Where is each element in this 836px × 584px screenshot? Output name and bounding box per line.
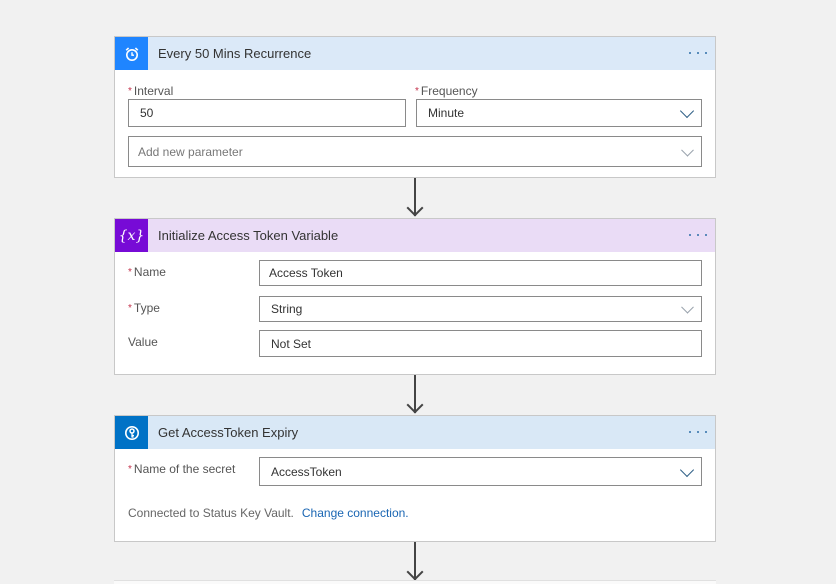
chevron-down-icon	[681, 300, 694, 314]
recurrence-card-header[interactable]: Every 50 Mins Recurrence	[115, 37, 715, 70]
variable-value-input[interactable]: Not Set	[259, 330, 702, 357]
type-label: * Type	[128, 301, 160, 315]
variable-icon-glyph: {x}	[118, 227, 145, 244]
interval-label-text: Interval	[133, 84, 174, 98]
required-marker: *	[128, 464, 132, 475]
frequency-value: Minute	[428, 106, 465, 120]
interval-value: 50	[140, 106, 154, 120]
interval-label: * Interval	[128, 84, 173, 98]
flow-designer-canvas: Every 50 Mins Recurrence * Interval 50 * F…	[0, 0, 836, 584]
next-step-card-partial[interactable]	[114, 580, 716, 584]
ellipsis-dot	[697, 52, 699, 54]
ellipsis-dot	[697, 431, 699, 433]
interval-input[interactable]: 50	[128, 99, 406, 127]
name-label-text: Name	[133, 265, 166, 279]
get-secret-card[interactable]: Get AccessToken Expiry * Name of the secr…	[114, 415, 716, 542]
chevron-down-icon	[679, 103, 695, 119]
card-title: Get AccessToken Expiry	[158, 425, 299, 440]
variable-card-body: * Name Access Token * Type String Value No…	[115, 252, 715, 375]
chevron-down-icon	[681, 143, 694, 157]
required-marker: *	[128, 303, 132, 314]
ellipsis-dot	[705, 431, 707, 433]
arrow-down-icon	[406, 199, 424, 217]
get-secret-card-header[interactable]: Get AccessToken Expiry	[115, 416, 715, 449]
add-parameter-placeholder: Add new parameter	[138, 144, 243, 159]
required-marker: *	[415, 86, 419, 97]
type-label-text: Type	[133, 301, 160, 315]
more-options-button[interactable]	[689, 424, 707, 440]
secret-name-label: * Name of the secret	[128, 462, 235, 476]
ellipsis-dot	[705, 52, 707, 54]
frequency-label: * Frequency	[415, 84, 478, 98]
variable-type-dropdown[interactable]: String	[259, 296, 702, 322]
value-label-text: Value	[128, 335, 158, 349]
key-vault-icon	[115, 416, 148, 449]
variable-name-input[interactable]: Access Token	[259, 260, 702, 286]
connection-status: Connected to Status Key Vault. Change con…	[128, 506, 409, 520]
frequency-dropdown[interactable]: Minute	[416, 99, 702, 127]
name-label: * Name	[128, 265, 166, 279]
get-secret-card-body: * Name of the secret AccessToken Connecte…	[115, 449, 715, 542]
more-options-button[interactable]	[689, 45, 707, 61]
ellipsis-icon	[689, 234, 691, 236]
more-options-button[interactable]	[689, 227, 707, 243]
frequency-label-text: Frequency	[420, 84, 478, 98]
card-title: Initialize Access Token Variable	[158, 228, 339, 243]
variable-name-value: Access Token	[269, 266, 343, 280]
initialize-variable-card[interactable]: {x} Initialize Access Token Variable * Na…	[114, 218, 716, 375]
connection-status-text: Connected to Status Key Vault.	[128, 506, 294, 520]
alarm-clock-icon	[115, 37, 148, 70]
arrow-down-icon	[406, 563, 424, 581]
ellipsis-icon	[689, 431, 691, 433]
required-marker: *	[128, 86, 132, 97]
change-connection-link[interactable]: Change connection.	[302, 506, 409, 520]
variable-card-header[interactable]: {x} Initialize Access Token Variable	[115, 219, 715, 252]
required-marker: *	[128, 267, 132, 278]
add-new-parameter-dropdown[interactable]: Add new parameter	[128, 136, 702, 167]
secret-name-dropdown[interactable]: AccessToken	[259, 457, 702, 486]
variable-icon: {x}	[115, 219, 148, 252]
card-title: Every 50 Mins Recurrence	[158, 46, 312, 61]
recurrence-trigger-card[interactable]: Every 50 Mins Recurrence * Interval 50 * F…	[114, 36, 716, 178]
chevron-down-icon	[679, 462, 695, 477]
arrow-down-icon	[406, 396, 424, 414]
ellipsis-dot	[705, 234, 707, 236]
variable-type-value: String	[271, 302, 303, 316]
secret-name-value: AccessToken	[271, 464, 342, 479]
ellipsis-icon	[689, 52, 691, 54]
variable-value-text: Not Set	[271, 336, 312, 351]
ellipsis-dot	[697, 234, 699, 236]
recurrence-card-body: * Interval 50 * Frequency Minute Add new p…	[115, 70, 715, 178]
secret-name-label-text: Name of the secret	[133, 462, 236, 476]
value-label: Value	[128, 335, 158, 349]
